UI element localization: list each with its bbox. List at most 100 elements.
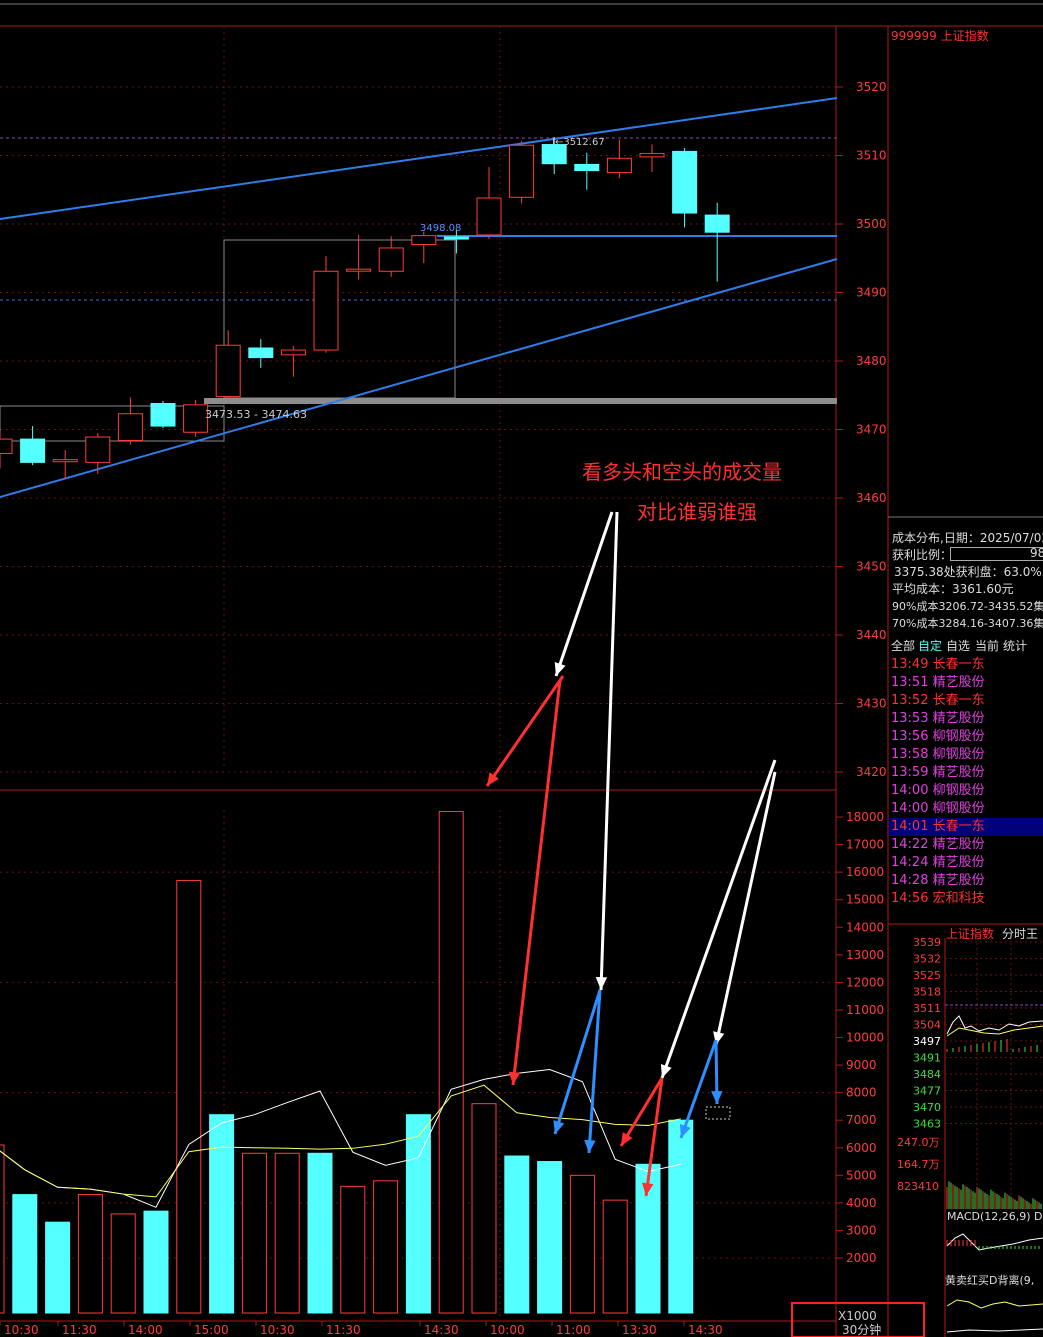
price-tick-label: 3440 bbox=[856, 628, 887, 642]
mini-vol-label: 164.7万 bbox=[897, 1158, 940, 1171]
volume-tick-label: 14000 bbox=[846, 920, 884, 934]
candle bbox=[346, 234, 372, 280]
alert-row[interactable]: 14:28 精艺股份 bbox=[889, 872, 1043, 890]
alert-row[interactable]: 14:22 精艺股份 bbox=[889, 836, 1043, 854]
volume-bar bbox=[602, 1199, 628, 1314]
candle bbox=[509, 141, 535, 204]
profit-label: 获利比例： bbox=[892, 548, 953, 562]
alert-time: 13:56 bbox=[891, 729, 929, 744]
alert-time: 13:51 bbox=[891, 675, 929, 690]
mini-price-label: 3497 bbox=[913, 1035, 941, 1048]
candle-body bbox=[313, 270, 339, 351]
volume-bar bbox=[405, 1114, 431, 1314]
candle bbox=[313, 256, 339, 353]
alert-row[interactable]: 14:00 柳钢股份 bbox=[889, 782, 1043, 800]
alert-row[interactable]: 13:56 柳钢股份 bbox=[889, 728, 1043, 746]
tab-custom[interactable]: 自定 bbox=[918, 637, 942, 654]
alert-time: 14:28 bbox=[891, 873, 929, 888]
alert-row[interactable]: 14:00 柳钢股份 bbox=[889, 800, 1043, 818]
time-tick-label: 11:00 bbox=[556, 1323, 591, 1337]
mini-price-label: 3463 bbox=[913, 1118, 941, 1131]
index-title[interactable]: 999999 上证指数 bbox=[891, 27, 989, 44]
tab-watchlist[interactable]: 自选 bbox=[946, 637, 970, 654]
candle bbox=[150, 400, 176, 429]
alert-time: 14:00 bbox=[891, 783, 929, 798]
candle-body bbox=[639, 152, 665, 158]
alert-stock: 精艺股份 bbox=[928, 855, 985, 870]
alert-stock: 柳钢股份 bbox=[928, 783, 985, 798]
candle bbox=[20, 426, 46, 466]
mini-avg-line bbox=[946, 1025, 1043, 1037]
candle-body bbox=[672, 150, 698, 214]
blue-arrow bbox=[679, 1039, 718, 1139]
alert-stock: 精艺股份 bbox=[928, 711, 985, 726]
candle bbox=[0, 432, 13, 469]
volume-bar bbox=[274, 1152, 300, 1314]
alert-stock: 宏和科技 bbox=[928, 891, 985, 906]
volume-bar bbox=[241, 1152, 267, 1314]
alert-stock: 精艺股份 bbox=[928, 765, 985, 780]
price-tick-label: 3510 bbox=[856, 149, 887, 163]
alert-row[interactable]: 13:52 长春一东 bbox=[889, 692, 1043, 710]
alert-row[interactable]: 14:56 宏和科技 bbox=[889, 890, 1043, 908]
mini-chart-graphics: 3539 3532 3525 3518 3511 3504 3497 3491 3484 3477… bbox=[897, 936, 1043, 1337]
annotation-arrows bbox=[485, 511, 777, 1197]
volume-bar bbox=[668, 1119, 694, 1314]
time-tick-label: 14:00 bbox=[128, 1323, 163, 1337]
alert-row[interactable]: 13:51 精艺股份 bbox=[889, 674, 1043, 692]
mini-price-label: 3470 bbox=[913, 1101, 941, 1114]
candle bbox=[411, 231, 437, 264]
time-tick-label: 15:00 bbox=[194, 1323, 229, 1337]
time-tick-label: 11:30 bbox=[326, 1323, 361, 1337]
upper-trendline[interactable] bbox=[0, 97, 838, 220]
candle bbox=[85, 432, 111, 475]
candle-body bbox=[0, 438, 13, 454]
volume-bar bbox=[209, 1114, 235, 1314]
alert-row[interactable]: 13:53 精艺股份 bbox=[889, 710, 1043, 728]
candle-body bbox=[215, 344, 241, 398]
alert-time: 14:01 bbox=[891, 819, 929, 834]
price-tick-label: 3500 bbox=[856, 217, 887, 231]
volume-bar bbox=[340, 1185, 366, 1314]
white-arrow-head bbox=[554, 662, 566, 676]
candle bbox=[574, 152, 600, 190]
main-chart[interactable]: 3420 3430 3440 3450 3460 3470 3480 3490 3500 3510… bbox=[0, 0, 1043, 1337]
candle bbox=[183, 400, 209, 438]
mini-price-label: 3525 bbox=[913, 969, 941, 982]
candle-body bbox=[280, 349, 306, 356]
alert-row[interactable]: 13:49 长春一东 bbox=[889, 656, 1043, 674]
volume-bars[interactable] bbox=[0, 811, 731, 1314]
volume-bar-outline bbox=[705, 1106, 731, 1120]
time-axis: 10:30 11:30 14:00 15:00 10:30 11:30 14:30 10:00… bbox=[0, 1321, 723, 1337]
volume-bar bbox=[471, 1103, 497, 1314]
volume-bar bbox=[110, 1213, 136, 1314]
avg-cost: 平均成本：3361.60元 bbox=[892, 582, 1014, 596]
tab-all[interactable]: 全部 bbox=[891, 637, 915, 654]
alert-row[interactable]: 14:24 精艺股份 bbox=[889, 854, 1043, 872]
alert-time: 13:49 bbox=[891, 657, 929, 672]
mini-price-label: 3484 bbox=[913, 1068, 941, 1081]
price-tick-label: 3420 bbox=[856, 765, 887, 779]
mini-price-label: 3504 bbox=[913, 1019, 941, 1032]
alert-row[interactable]: 13:59 精艺股份 bbox=[889, 764, 1043, 782]
volume-bar bbox=[143, 1210, 169, 1314]
alert-row[interactable]: 13:58 柳钢股份 bbox=[889, 746, 1043, 764]
candlesticks[interactable] bbox=[0, 137, 730, 480]
alert-time: 14:24 bbox=[891, 855, 929, 870]
price-tick-label: 3450 bbox=[856, 560, 887, 574]
volume-tick-label: 3000 bbox=[846, 1223, 877, 1237]
candle-body bbox=[52, 459, 78, 463]
candle-body bbox=[704, 214, 730, 233]
candle-body bbox=[509, 144, 535, 198]
alert-row[interactable]: 14:01 长春一东 bbox=[889, 818, 1043, 836]
profit-value: 98 bbox=[1030, 546, 1043, 560]
mini-price-label: 3518 bbox=[913, 986, 941, 999]
mini-price-label: 3477 bbox=[913, 1085, 941, 1098]
tab-stats[interactable]: 统计 bbox=[1003, 637, 1027, 654]
price-tick-label: 3460 bbox=[856, 491, 887, 505]
period-label: 30分钟 bbox=[842, 1322, 881, 1337]
alert-stock: 柳钢股份 bbox=[928, 747, 985, 762]
volume-tick-label: 8000 bbox=[846, 1086, 877, 1100]
tab-current[interactable]: 当前 bbox=[975, 637, 999, 654]
volume-bar bbox=[373, 1180, 399, 1314]
